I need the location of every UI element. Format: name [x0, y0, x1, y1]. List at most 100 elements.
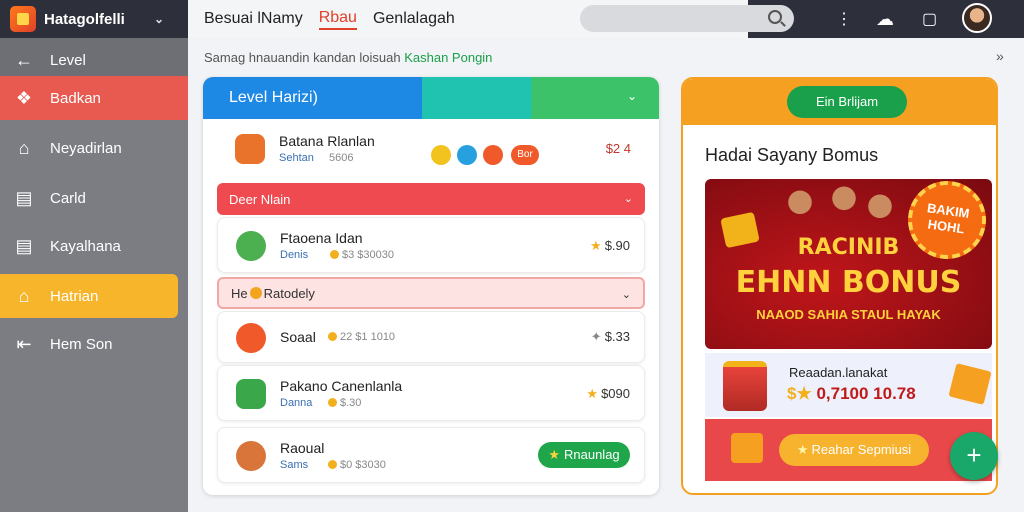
item-sub: Sams [280, 459, 309, 471]
chevron-down-icon[interactable]: ⌄ [622, 288, 631, 301]
item-image [236, 441, 266, 471]
list-item[interactable]: Pakano Canenlanla Danna $.30 ★ $090 [217, 365, 645, 421]
sidebar-item-label: Neyadirlan [50, 139, 122, 157]
star-icon: $★ [787, 384, 812, 403]
expand-icon[interactable]: » [996, 48, 1004, 64]
window-icon[interactable]: ▢ [922, 9, 937, 29]
promo-title: Reaadan.lanakat [789, 365, 888, 380]
section-header[interactable]: He Ratodely ⌄ [217, 277, 645, 309]
item-price-text: $090 [601, 386, 630, 401]
claim-button[interactable]: Ein Brlijam [787, 86, 907, 118]
subheader-text: Samag hnauandin kandan loisuah [204, 50, 401, 65]
list-item[interactable]: Soaal 22 $1 1010 ✦ $.33 [217, 311, 645, 363]
list-item[interactable]: Ftaoena Idan Denis $3 $30030 ★ $.90 [217, 217, 645, 273]
star-icon: ★ [590, 238, 602, 253]
chevron-down-icon[interactable]: ⌄ [627, 89, 637, 103]
cloud-upload-icon[interactable]: ☁ [876, 9, 894, 30]
promo-value-text: 0,7100 10.78 [816, 384, 916, 403]
promo-box[interactable]: Reaadan.lanakat $★ 0,7100 10.78 [705, 353, 992, 417]
item-name: Soaal [280, 329, 316, 345]
exit-icon: ⇤ [16, 333, 32, 354]
item-value-text: $0 $3030 [340, 459, 386, 471]
item-name: Raoual [280, 440, 325, 456]
more-vertical-icon[interactable]: ⋮ [836, 9, 852, 29]
coin-icon [330, 250, 339, 259]
list-item[interactable]: Raoual Sams $0 $3030 ★ Rnaunlag [217, 427, 645, 483]
cta-strip: ★ Reahar Sepmiusi [705, 419, 992, 481]
item-price-text: $.33 [604, 329, 630, 344]
sidebar-item-neyadirlan[interactable]: ⌂ Neyadirlan [0, 126, 188, 170]
item-value: $3 $30030 [330, 249, 394, 261]
cta-label: Reahar Sepmiusi [811, 442, 912, 457]
item-sub: Sehtan [279, 152, 314, 164]
banner-line-2: EHNN BONUS [735, 265, 962, 300]
cta-button[interactable]: ★ Reahar Sepmiusi [779, 434, 929, 466]
item-price: ✦ $.33 [591, 329, 630, 345]
add-button[interactable]: + [950, 432, 998, 480]
item-image [236, 231, 266, 261]
avatar[interactable] [962, 3, 992, 33]
sidebar-item-hatrian[interactable]: ⌂ Hatrian [0, 274, 178, 318]
card-title: Hadai Sayany Bomus [705, 145, 879, 165]
banner-line-1: RACINIB [797, 235, 900, 260]
child-image [785, 187, 815, 221]
sidebar-item-hem-son[interactable]: ⇤ Hem Son [0, 322, 188, 366]
sidebar-item-kayalhana[interactable]: ▤ Kayalhana [0, 224, 188, 268]
subheader-link[interactable]: Kashan Pongin [404, 50, 492, 65]
sidebar-item-label: Badkan [50, 89, 101, 107]
item-price-text: $.90 [604, 238, 630, 253]
sidebar-item-badkan[interactable]: ❖ Badkan [0, 76, 188, 120]
section-label: He [231, 285, 248, 301]
puzzle-icon: ❖ [15, 87, 33, 108]
action-button[interactable]: ★ Rnaunlag [538, 442, 630, 468]
coin-icon [328, 398, 337, 407]
app-logo-icon [10, 6, 36, 32]
child-image [829, 183, 859, 217]
tab-besuai[interactable]: Besuai lNamy [204, 10, 303, 28]
section-label: Deer Nlain [229, 191, 291, 207]
star-icon: ★ [796, 442, 809, 457]
star-icon: ★ [586, 386, 599, 401]
bonus-banner[interactable]: BAKIM HOHL RACINIB EHNN BONUS NAAOD SAHI… [705, 179, 992, 349]
search-input[interactable] [580, 5, 794, 32]
item-value: 5606 [329, 152, 354, 164]
banner-line-3: NAAOD SAHIA STAUL HAYAK [756, 307, 941, 322]
bonus-card: Ein Brlijam Hadai Sayany Bomus BAKIM HOH… [681, 77, 998, 495]
panel-title: Level Harizi) [229, 89, 318, 106]
panel-header[interactable]: Level Harizi) ⌄ [203, 77, 659, 119]
sidebar: ← Level ❖ Badkan ⌂ Neyadirlan ▤ Carld ▤ … [0, 38, 188, 512]
item-name: Ftaoena Idan [280, 230, 363, 246]
promo-value: $★ 0,7100 10.78 [787, 384, 916, 404]
sidebar-item-carld[interactable]: ▤ Carld [0, 176, 188, 220]
home-icon: ⌂ [18, 137, 30, 158]
item-value: $0 $3030 [328, 459, 386, 471]
item-price: ★ $090 [586, 386, 630, 402]
child-image [865, 191, 895, 225]
item-sub: Denis [280, 249, 309, 261]
item-value: 22 $1 1010 [328, 331, 395, 343]
item-value: $.30 [328, 397, 361, 409]
section-header[interactable]: Deer Nlain ⌄ [217, 183, 645, 215]
jar-icon [723, 361, 767, 411]
chevron-down-icon[interactable]: ⌄ [624, 192, 633, 205]
coin-icon [249, 287, 262, 299]
sidebar-item-label: Hem Son [50, 335, 113, 353]
arrow-left-icon: ← [15, 49, 33, 70]
bag-icon [731, 433, 763, 463]
item-image [235, 134, 265, 164]
box-icon [948, 363, 992, 405]
item-image [236, 323, 266, 353]
coin-icon [431, 145, 451, 165]
item-value-text: 22 $1 1010 [340, 331, 396, 343]
tab-genlalagah[interactable]: Genlalagah [373, 10, 455, 28]
list-item[interactable]: Batana Rlanlan Sehtan 5606 Bor $2 4 [217, 121, 645, 177]
sparkle-icon: ✦ [590, 329, 602, 344]
tab-rbau[interactable]: Rbau [318, 9, 357, 30]
subheader: Samag hnauandin kandan loisuah Kashan Po… [204, 50, 492, 65]
level-panel: Level Harizi) ⌄ Batana Rlanlan Sehtan 56… [203, 77, 659, 495]
item-chip: Bor [511, 145, 539, 165]
app-brand[interactable]: Hatagolfelli ⌄ [0, 0, 188, 38]
chevron-down-icon[interactable]: ⌄ [154, 12, 164, 26]
search-icon[interactable] [768, 10, 782, 24]
action-button-label: Rnaunlag [564, 447, 620, 462]
